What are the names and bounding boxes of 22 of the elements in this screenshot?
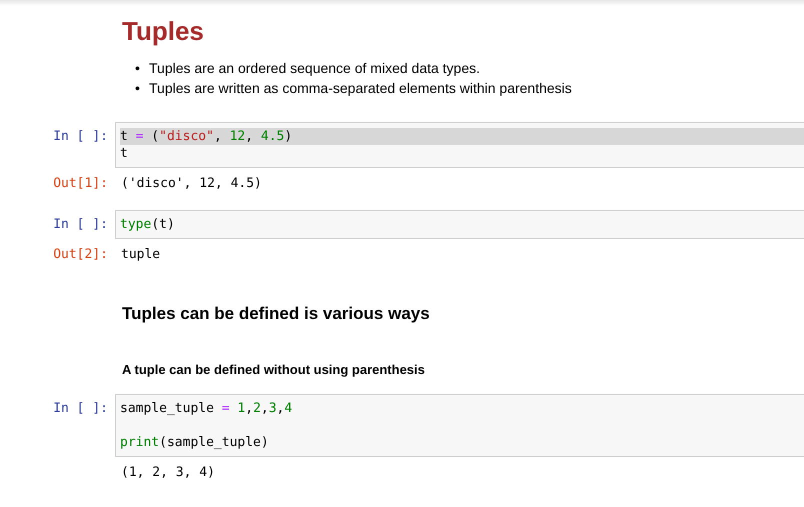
code-line: print(sample_tuple)	[120, 434, 270, 451]
notebook-title: Tuples	[122, 15, 205, 48]
input-prompt: In [ ]:	[52, 128, 109, 145]
code-line: sample_tuple = 1,2,3,4	[120, 400, 294, 417]
output-text: (1, 2, 3, 4)	[120, 464, 215, 481]
code-line: t	[120, 145, 129, 162]
output-text: ('disco', 12, 4.5)	[120, 175, 262, 192]
input-prompt: In [ ]:	[52, 216, 109, 233]
bullet-text: Tuples are an ordered sequence of mixed data types.	[149, 59, 480, 78]
code-cell[interactable]: type(t)	[115, 210, 804, 239]
code-cell[interactable]: t = ("disco", 12, 4.5) t	[115, 122, 804, 168]
bullet-marker: •	[135, 79, 141, 98]
section-heading: Tuples can be defined is various ways	[122, 303, 430, 325]
bullet-text: Tuples are written as comma-separated elements within parenthesis	[149, 79, 572, 98]
output-text: tuple	[120, 246, 160, 263]
code-line: type(t)	[120, 216, 176, 233]
code-cell[interactable]: sample_tuple = 1,2,3,4 print(sample_tuple)	[115, 394, 804, 457]
input-prompt: In [ ]:	[52, 400, 109, 417]
subsection-heading: A tuple can be defined without using parenthesis	[122, 361, 425, 379]
output-prompt: Out[1]:	[52, 175, 109, 192]
bullet-marker: •	[135, 59, 141, 78]
output-prompt: Out[2]:	[52, 246, 109, 263]
